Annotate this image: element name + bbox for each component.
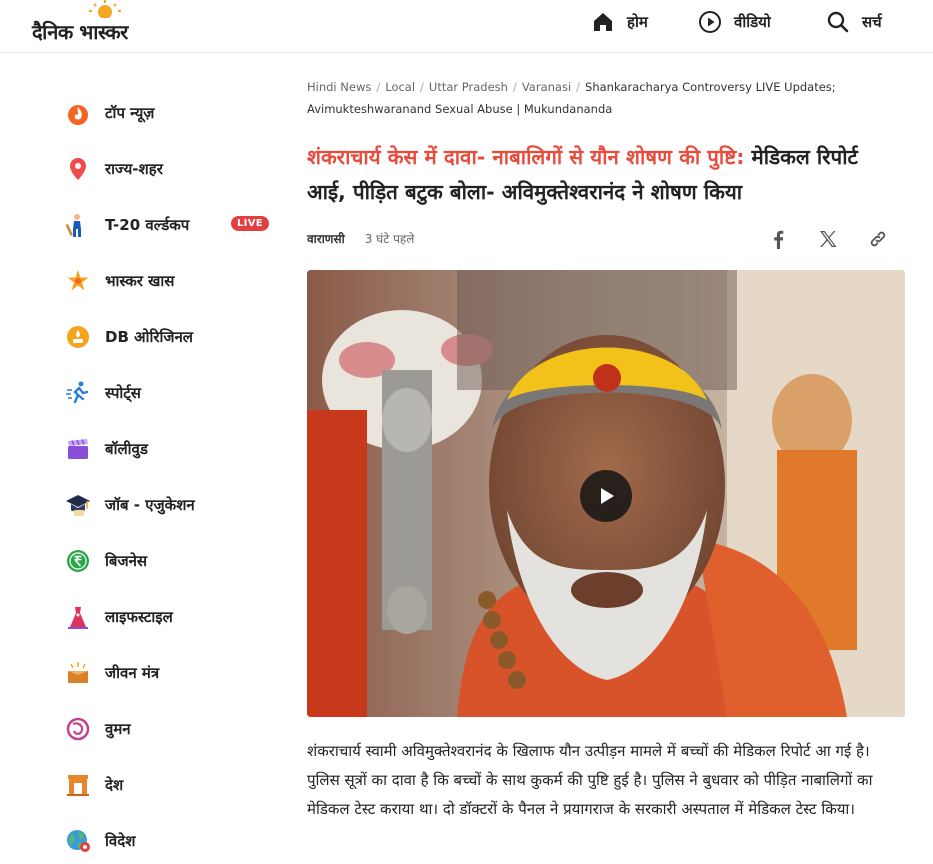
sidebar-item-label: बॉलीवुड <box>105 440 148 458</box>
sidebar-item-bhaskar-khas[interactable]: भास्कर खास <box>64 261 274 301</box>
sidebar-item-label: लाइफस्टाइल <box>105 608 173 626</box>
share-x-button[interactable] <box>815 226 841 252</box>
breadcrumb-link[interactable]: Varanasi <box>522 80 571 94</box>
sidebar-item-label: जीवन मंत्र <box>105 664 160 682</box>
nav-video[interactable]: वीडियो <box>698 0 771 44</box>
sidebar-item-desh[interactable]: देश <box>64 765 274 805</box>
location-pin-icon <box>64 155 92 183</box>
sidebar-item-state-city[interactable]: राज्य-शहर <box>64 149 274 189</box>
article-headline: शंकराचार्य केस में दावा- नाबालिगों से यौ… <box>307 140 887 210</box>
breadcrumb-separator: / <box>376 80 381 94</box>
facebook-icon <box>774 230 784 249</box>
copy-link-button[interactable] <box>865 226 891 252</box>
link-icon <box>870 231 886 247</box>
star-icon <box>64 267 92 295</box>
sidebar-item-label: राज्य-शहर <box>105 160 163 178</box>
site-header: दैनिक भास्कर होम वीडियो सर्च <box>0 0 933 53</box>
breadcrumb-separator: / <box>576 80 581 94</box>
breadcrumb-separator: / <box>420 80 424 94</box>
sidebar-item-label: स्पोर्ट्स <box>105 384 141 402</box>
site-logo[interactable]: दैनिक भास्कर <box>32 0 182 50</box>
clapperboard-icon <box>64 435 92 463</box>
sidebar: टॉप न्यूज़ राज्य-शहर T-20 वर्ल्डकप LIVE … <box>0 54 290 864</box>
logo-sun-icon <box>89 0 121 18</box>
sidebar-item-woman[interactable]: वुमन <box>64 709 274 749</box>
sidebar-item-label: टॉप न्यूज़ <box>105 104 155 122</box>
home-icon <box>594 13 612 31</box>
article-main: Hindi News / Local / Uttar Pradesh / Varanasi /… <box>307 54 905 864</box>
book-icon <box>64 659 92 687</box>
sidebar-item-jeevan-mantra[interactable]: जीवन मंत्र <box>64 653 274 693</box>
article-time: 3 घंटे पहले <box>364 232 415 246</box>
fire-icon <box>64 99 92 127</box>
sidebar-item-job-education[interactable]: जॉब - एजुकेशन <box>64 485 274 525</box>
video-play-icon <box>699 11 721 33</box>
cricket-player-icon <box>64 211 92 239</box>
sidebar-item-db-original[interactable]: DB ओरिजिनल <box>64 317 274 357</box>
logo-text: दैनिक भास्कर <box>32 20 128 44</box>
sidebar-item-label: बिजनेस <box>105 552 148 570</box>
sidebar-item-label: वुमन <box>105 720 131 738</box>
sidebar-item-label: जॉब - एजुकेशन <box>105 496 195 514</box>
play-icon <box>601 488 614 504</box>
article-meta: वाराणसी 3 घंटे पहले <box>307 230 414 247</box>
sidebar-item-label: DB ओरिजिनल <box>105 328 193 346</box>
sidebar-item-videsh[interactable]: विदेश <box>64 821 274 861</box>
live-badge: LIVE <box>231 216 269 231</box>
graduation-cap-icon <box>64 491 92 519</box>
india-gate-icon <box>64 771 92 799</box>
article-body: शंकराचार्य स्वामी अविमुक्तेश्वरानंद के ख… <box>307 742 873 818</box>
breadcrumb-separator: / <box>512 80 517 94</box>
share-facebook-button[interactable] <box>765 226 791 252</box>
woman-icon <box>64 715 92 743</box>
sidebar-item-bollywood[interactable]: बॉलीवुड <box>64 429 274 469</box>
sidebar-item-business[interactable]: बिजनेस <box>64 541 274 581</box>
dress-icon <box>64 603 92 631</box>
sidebar-item-t20-worldcup[interactable]: T-20 वर्ल्डकप LIVE <box>64 205 274 245</box>
sidebar-item-label: देश <box>105 776 124 794</box>
sidebar-item-label: विदेश <box>105 832 136 850</box>
sidebar-item-sports[interactable]: स्पोर्ट्स <box>64 373 274 413</box>
article-place[interactable]: वाराणसी <box>307 230 345 247</box>
sidebar-item-lifestyle[interactable]: लाइफस्टाइल <box>64 597 274 637</box>
breadcrumb: Hindi News / Local / Uttar Pradesh / Varanasi /… <box>307 76 867 120</box>
headline-highlight: शंकराचार्य केस में दावा- नाबालिगों से यौ… <box>307 145 745 169</box>
x-twitter-icon <box>820 231 837 247</box>
nav-search[interactable]: सर्च <box>826 0 882 44</box>
nav-video-label: वीडियो <box>734 13 771 31</box>
runner-icon <box>64 379 92 407</box>
sidebar-item-label: भास्कर खास <box>105 272 175 290</box>
breadcrumb-link[interactable]: Hindi News <box>307 80 371 94</box>
breadcrumb-link[interactable]: Local <box>385 80 415 94</box>
nav-search-label: सर्च <box>862 13 882 31</box>
video-player[interactable] <box>307 270 905 717</box>
sidebar-item-label: T-20 वर्ल्डकप <box>105 216 190 234</box>
nav-home[interactable]: होम <box>591 0 648 44</box>
rupee-icon <box>64 547 92 575</box>
globe-icon <box>64 827 92 855</box>
sidebar-item-top-news[interactable]: टॉप न्यूज़ <box>64 93 274 133</box>
search-icon <box>827 11 849 33</box>
breadcrumb-link[interactable]: Uttar Pradesh <box>429 80 508 94</box>
nav-home-label: होम <box>627 13 648 31</box>
play-button[interactable] <box>580 470 632 522</box>
db-original-icon <box>64 323 92 351</box>
